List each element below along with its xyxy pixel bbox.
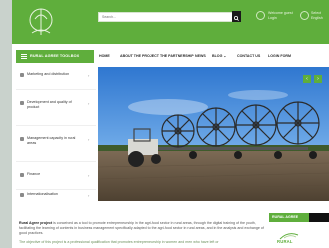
language-value[interactable]: English xyxy=(311,16,323,20)
menu-bullet-icon xyxy=(20,137,24,141)
search-input[interactable] xyxy=(102,13,226,21)
side-logo-text: RURAL xyxy=(277,239,293,244)
menu-item-marketing[interactable]: Marketing and distribution › xyxy=(16,64,96,90)
website-page: Welcome guest Login Select English RURAL… xyxy=(12,0,329,248)
project-intro: Rural Agree project is conceived as a to… xyxy=(19,221,265,236)
nav-home[interactable]: HOME xyxy=(99,54,110,58)
login-link[interactable]: Login xyxy=(268,16,277,20)
menu-item-internationalisation[interactable]: Internationalisation › xyxy=(16,184,96,204)
nav-about-the-project[interactable]: ABOUT THE PROJECT xyxy=(120,54,159,58)
chevron-right-icon: › xyxy=(88,101,90,106)
intro-text: is conceived as a tool to promote entrep… xyxy=(19,221,264,235)
search-icon xyxy=(234,16,239,21)
welcome-text: Welcome guest xyxy=(268,11,293,15)
menu-bullet-icon xyxy=(20,101,24,105)
menu-item-label: Finance xyxy=(27,172,41,176)
slider-prev-button[interactable]: ‹ xyxy=(303,75,311,83)
menu-item-management[interactable]: Management capacity in rural areas › xyxy=(16,128,96,162)
chevron-right-icon: › xyxy=(88,73,90,78)
menu-bullet-icon xyxy=(20,73,24,77)
chevron-right-icon: › xyxy=(88,193,90,198)
user-icon xyxy=(256,11,265,20)
language-label: Select xyxy=(311,11,321,15)
project-objective: The objective of this project is a profe… xyxy=(19,240,219,244)
globe-icon xyxy=(300,11,309,20)
toolbox-menu-tab[interactable]: RURAL AGREE TOOLBOX xyxy=(16,50,94,63)
menu-item-label: Development and quality of product xyxy=(27,100,72,109)
side-widget-logo[interactable]: RURAL xyxy=(274,228,314,248)
menu-item-label: Marketing and distribution xyxy=(27,72,70,76)
rural-agree-logo[interactable] xyxy=(26,5,56,39)
menu-item-development[interactable]: Development and quality of product › xyxy=(16,92,96,126)
main-navigation: RURAL AGREE TOOLBOX HOME ABOUT THE PROJE… xyxy=(12,50,329,63)
nav-news[interactable]: NEWS xyxy=(195,54,206,58)
toolbox-menu: Marketing and distribution › Development… xyxy=(16,64,96,204)
chevron-right-icon: › xyxy=(317,76,319,82)
nav-the-partnership[interactable]: THE PARTNERSHIP xyxy=(160,54,194,58)
toolbox-label: RURAL AGREE TOOLBOX xyxy=(30,54,80,58)
hero-slider: ‹ › xyxy=(98,67,329,201)
nav-blog[interactable]: BLOG ⌄ xyxy=(212,54,226,58)
nav-contact-us[interactable]: CONTACT US xyxy=(237,54,260,58)
menu-item-label: Management capacity in rural areas xyxy=(27,136,76,145)
search-button[interactable] xyxy=(232,11,241,22)
chevron-right-icon: › xyxy=(88,137,90,142)
site-header: Welcome guest Login Select English xyxy=(12,0,329,44)
hamburger-icon xyxy=(21,54,27,59)
project-name: Rural Agree project xyxy=(19,221,53,225)
search-box[interactable] xyxy=(98,12,234,22)
menu-item-label: Internationalisation xyxy=(27,192,58,196)
chevron-right-icon: › xyxy=(88,173,90,178)
menu-bullet-icon xyxy=(20,173,24,177)
slider-next-button[interactable]: › xyxy=(314,75,322,83)
nav-login-form[interactable]: LOGIN FORM xyxy=(268,54,291,58)
menu-bullet-icon xyxy=(20,193,24,197)
side-widget-title: RURAL AGREE xyxy=(272,215,299,219)
hero-image-farm-machinery xyxy=(98,67,329,201)
chevron-down-icon: ⌄ xyxy=(223,54,227,58)
side-widget-header: RURAL AGREE xyxy=(269,213,329,222)
nav-blog-label: BLOG xyxy=(212,54,223,58)
language-selector[interactable]: Select English xyxy=(300,11,325,27)
chevron-left-icon: ‹ xyxy=(306,76,308,82)
